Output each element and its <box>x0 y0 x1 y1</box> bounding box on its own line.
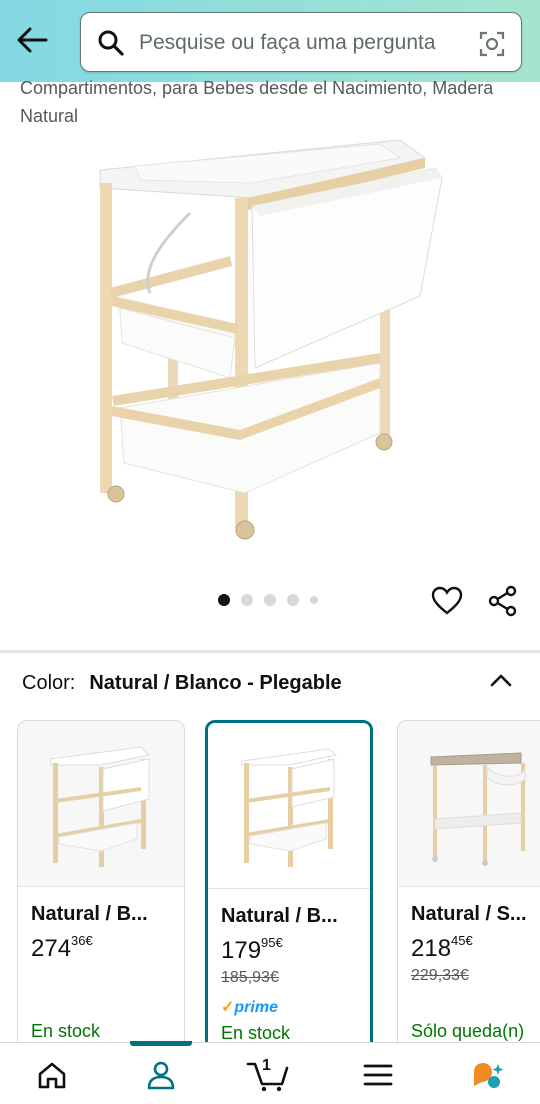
stock-status: En stock <box>221 1023 291 1043</box>
stock-status: En stock <box>31 1021 101 1041</box>
share-icon <box>488 585 517 617</box>
color-label: Color: <box>22 672 76 694</box>
product-image[interactable] <box>80 128 460 548</box>
menu-icon <box>363 1064 393 1086</box>
variant-card[interactable]: Natural / S... 21845€ 229,33€ Sólo queda… <box>397 720 540 1060</box>
back-arrow-icon <box>17 27 48 53</box>
variant-price: 21845€ <box>411 933 473 962</box>
nav-account[interactable] <box>133 1051 189 1099</box>
search-bar[interactable] <box>80 12 522 72</box>
variant-image <box>208 723 370 889</box>
collapse-color-button[interactable] <box>486 666 516 694</box>
carousel-dot[interactable] <box>287 594 299 606</box>
variant-price: 17995€ <box>221 935 283 964</box>
share-button[interactable] <box>486 584 520 618</box>
variant-price: 27436€ <box>31 933 93 962</box>
active-tab-indicator <box>130 1041 192 1046</box>
search-icon <box>95 27 127 59</box>
stock-status: Sólo queda(n) <box>411 1021 525 1041</box>
prime-badge: ✓prime <box>221 999 278 1016</box>
carousel-dot[interactable] <box>241 594 253 606</box>
chevron-up-icon <box>490 674 512 687</box>
color-value: Natural / Blanco - Plegable <box>89 672 342 694</box>
image-carousel-dots <box>218 594 318 606</box>
variant-card[interactable]: Natural / B... 27436€ En stock <box>17 720 185 1060</box>
list-price: 229,33€ <box>411 967 469 984</box>
top-header <box>0 0 540 82</box>
carousel-dot[interactable] <box>218 594 230 606</box>
list-price: 185,93€ <box>221 969 279 986</box>
prime-check-icon: ✓ <box>221 999 235 1016</box>
search-input[interactable] <box>139 25 469 61</box>
home-icon <box>38 1062 66 1089</box>
cart-count-badge: 1 <box>262 1057 271 1074</box>
wishlist-button[interactable] <box>430 584 464 618</box>
heart-icon <box>431 586 463 615</box>
section-divider <box>0 650 540 653</box>
bottom-navigation: 1 <box>0 1041 540 1104</box>
back-button[interactable] <box>12 22 52 58</box>
color-selector: Color: Natural / Blanco - Plegable <box>22 672 342 695</box>
variant-image <box>398 721 540 887</box>
account-icon <box>147 1061 175 1090</box>
carousel-dot[interactable] <box>264 594 276 606</box>
variant-image <box>18 721 184 887</box>
variant-name: Natural / B... <box>221 905 338 927</box>
variant-name: Natural / B... <box>31 903 148 925</box>
nav-home[interactable] <box>24 1051 80 1099</box>
carousel-dot[interactable] <box>310 596 318 604</box>
variant-name: Natural / S... <box>411 903 527 925</box>
nav-cart[interactable]: 1 <box>240 1051 296 1099</box>
product-title: Compartimentos, para Bebes desde el Naci… <box>20 78 494 126</box>
rufus-icon <box>474 1063 504 1088</box>
nav-menu[interactable] <box>350 1051 406 1099</box>
nav-rufus[interactable] <box>460 1051 516 1099</box>
variant-card-selected[interactable]: Natural / B... 17995€ 185,93€ ✓prime En … <box>205 720 373 1060</box>
camera-search-icon[interactable] <box>477 29 507 59</box>
